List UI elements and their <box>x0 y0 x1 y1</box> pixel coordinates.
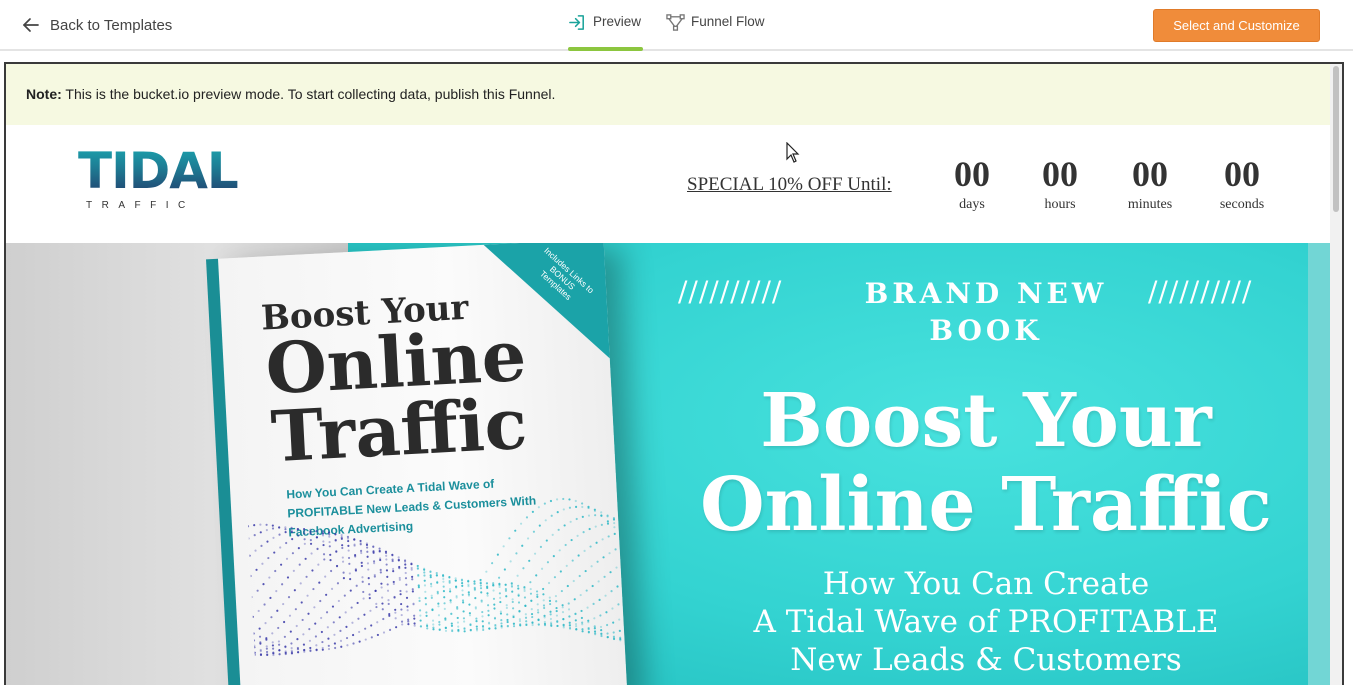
preview-scrollbar-thumb[interactable] <box>1333 66 1339 212</box>
tab-funnel-flow[interactable]: Funnel Flow <box>666 14 765 50</box>
countdown-days-value: 00 <box>954 154 990 194</box>
dotted-wave-graphic <box>247 497 622 657</box>
brand-line2: BOOK <box>929 314 1043 347</box>
brand-line1: BRAND NEW <box>864 277 1108 310</box>
headline-line1: Boost Your <box>760 378 1212 464</box>
hero-subheadline: How You Can Create A Tidal Wave of PROFI… <box>666 565 1306 679</box>
book-cover-image: Includes Links to BONUS Templates Boost … <box>206 243 628 685</box>
special-offer-text: SPECIAL 10% OFF Until: <box>687 174 892 195</box>
countdown-hours-value: 00 <box>1042 154 1078 194</box>
countdown-minutes-value: 00 <box>1132 154 1168 194</box>
arrow-left-icon <box>23 18 39 32</box>
tab-funnel-flow-label: Funnel Flow <box>691 14 765 29</box>
note-label: Note: <box>26 86 62 102</box>
flow-icon <box>666 14 685 31</box>
subheadline-line3: New Leads & Customers <box>790 642 1182 678</box>
preview-frame: Note: This is the bucket.io preview mode… <box>4 62 1344 685</box>
hero-edge-strip <box>1308 243 1330 685</box>
hero-headline: Boost Your Online Traffic <box>666 379 1306 547</box>
logo-subword: TRAFFIC <box>86 200 195 211</box>
logo-word: TIDAL <box>78 142 239 200</box>
hero-section: Includes Links to BONUS Templates Boost … <box>6 243 1330 685</box>
note-text: This is the bucket.io preview mode. To s… <box>61 86 556 102</box>
countdown-minutes: 00 minutes <box>1121 156 1179 213</box>
countdown-hours-label: hours <box>1044 197 1076 212</box>
countdown-seconds: 00 seconds <box>1214 156 1270 213</box>
login-icon <box>569 15 584 30</box>
countdown-days: 00 days <box>946 156 998 213</box>
select-and-customize-button[interactable]: Select and Customize <box>1153 9 1320 42</box>
back-label: Back to Templates <box>50 16 173 34</box>
countdown-minutes-label: minutes <box>1127 197 1173 212</box>
preview-note-banner: Note: This is the bucket.io preview mode… <box>6 64 1330 125</box>
headline-line2: Online Traffic <box>700 462 1272 548</box>
tab-preview[interactable]: Preview <box>568 14 644 51</box>
preview-scrollbar[interactable] <box>1330 64 1342 685</box>
book-title-line3: Traffic <box>269 381 530 479</box>
subheadline-line2: A Tidal Wave of PROFITABLE <box>753 604 1219 640</box>
brand-new-book-label: BRAND NEW BOOK <box>666 275 1306 349</box>
active-tab-indicator <box>568 47 644 51</box>
tab-preview-label: Preview <box>593 14 642 29</box>
back-to-templates-link[interactable]: Back to Templates <box>22 14 172 36</box>
countdown-hours: 00 hours <box>1032 156 1088 213</box>
top-toolbar: Back to Templates Preview Funnel Flow Se… <box>0 0 1353 51</box>
countdown-seconds-value: 00 <box>1224 154 1260 194</box>
subheadline-line1: How You Can Create <box>822 566 1150 602</box>
countdown-days-label: days <box>959 197 985 212</box>
tidal-traffic-logo: TIDAL TRAFFIC <box>78 144 239 214</box>
countdown-seconds-label: seconds <box>1219 197 1265 212</box>
mouse-cursor-icon <box>786 142 800 163</box>
